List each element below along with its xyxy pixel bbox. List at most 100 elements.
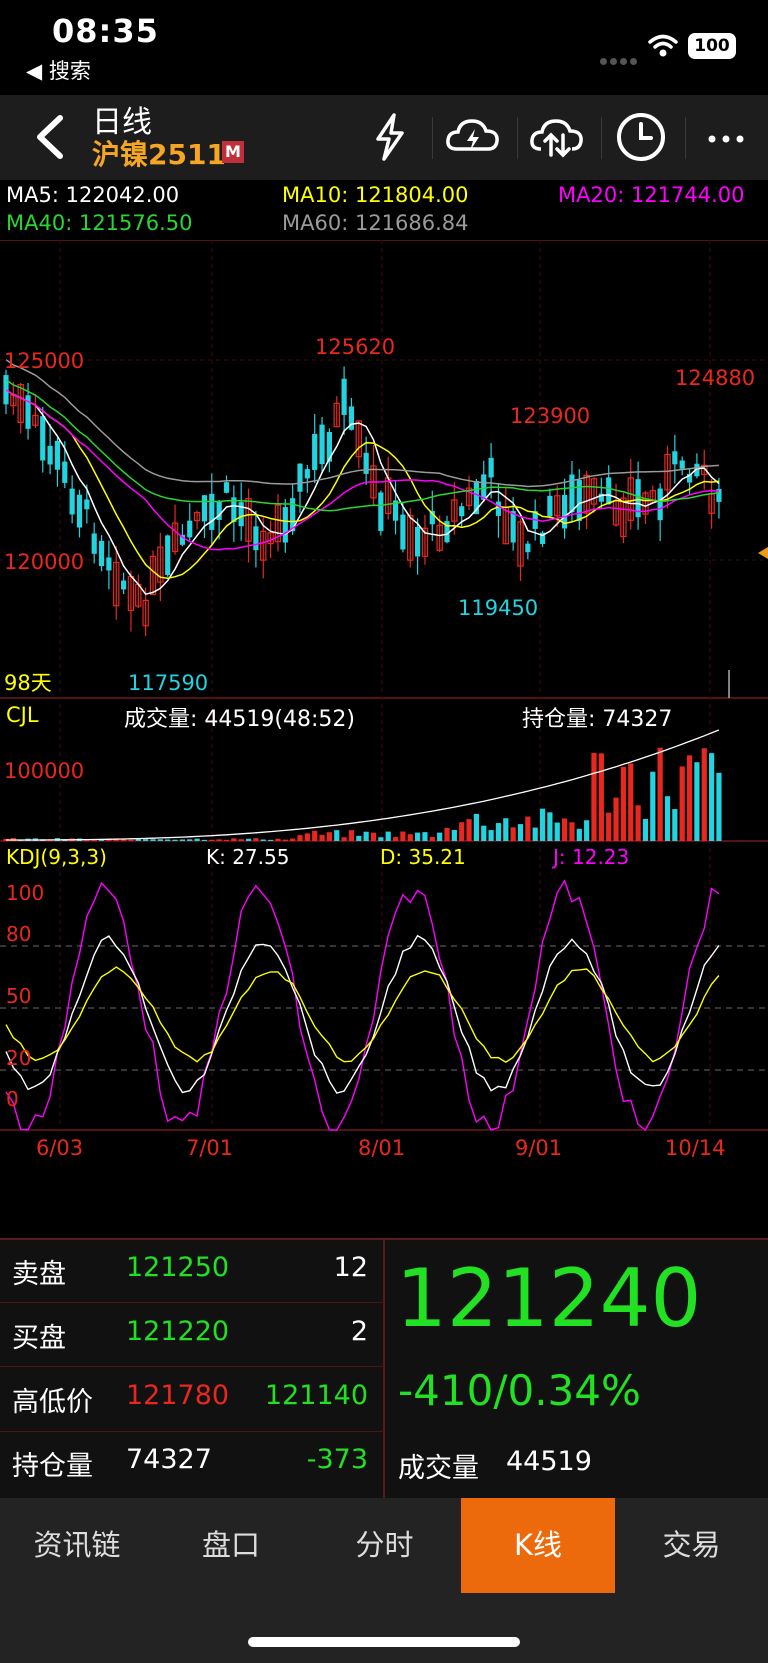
- candle-body: [400, 514, 406, 550]
- kdj-lines: [5, 879, 720, 1132]
- volume-value: 44519: [506, 1446, 592, 1477]
- price-change: -410/0.34%: [398, 1366, 641, 1415]
- candle-body: [297, 463, 303, 492]
- more-icon[interactable]: [696, 109, 756, 165]
- ma5-value: MA5: 122042.00: [6, 183, 180, 207]
- volume-bar: [569, 822, 575, 841]
- volume-bar: [429, 836, 435, 841]
- bid-label: 买盘: [12, 1323, 66, 1354]
- volume-label: 成交量: [398, 1453, 479, 1484]
- volume-bar: [525, 816, 531, 841]
- volume-bar: [613, 797, 619, 841]
- bid-price[interactable]: 121220: [126, 1316, 229, 1347]
- current-price-marker: [758, 547, 768, 559]
- volume-bar: [223, 839, 230, 841]
- volume-bar: [539, 808, 546, 841]
- back-arrow-icon[interactable]: [28, 112, 78, 162]
- flash-order-icon[interactable]: [360, 109, 420, 165]
- high-low-label: 高低价: [12, 1387, 93, 1418]
- candle-body: [510, 511, 516, 543]
- kdj-k-value: K: 27.55: [206, 845, 289, 869]
- home-indicator: [248, 1637, 520, 1647]
- volume-bar: [437, 832, 443, 841]
- candle-body: [165, 535, 171, 576]
- candle-body: [223, 482, 230, 493]
- moving-average-lines: [5, 359, 720, 596]
- volume-bar: [172, 839, 178, 841]
- volume-bar: [165, 839, 171, 841]
- volume-bar: [466, 819, 472, 841]
- volume-bar: [686, 755, 693, 841]
- tab-intraday[interactable]: 分时: [308, 1498, 461, 1593]
- header-divider: [685, 117, 686, 159]
- contract-name[interactable]: 沪镍2511: [92, 133, 226, 173]
- volume-bar: [275, 838, 281, 841]
- right-high-label: 124880: [675, 366, 755, 390]
- volume-bar: [150, 839, 156, 841]
- volume-bar: [312, 830, 318, 841]
- volume-bar: [532, 827, 538, 841]
- kdj-level-0: 0: [6, 1087, 19, 1111]
- volume-bar: [363, 831, 369, 841]
- volume-bar: [245, 838, 252, 841]
- ask-label: 卖盘: [12, 1259, 66, 1290]
- bid-volume: 2: [350, 1316, 368, 1347]
- volume-bar: [370, 832, 377, 841]
- candle-body: [363, 452, 369, 474]
- kline-chart[interactable]: 125620 124880 123900 125000 120000 11945…: [0, 240, 768, 1238]
- open-interest-label: 持仓量: [12, 1451, 93, 1482]
- volume-bar: [341, 837, 347, 841]
- candle-body: [657, 488, 663, 521]
- clock-icon[interactable]: [611, 109, 671, 165]
- header-divider: [432, 117, 433, 159]
- volume-bar: [672, 809, 678, 841]
- ask-price[interactable]: 121250: [126, 1252, 229, 1283]
- volume-bar: [356, 835, 362, 841]
- volume-bar: [481, 825, 487, 841]
- candle-body: [488, 457, 494, 478]
- volume-bar: [584, 820, 590, 841]
- volume-bar: [576, 828, 582, 841]
- volume-bar: [664, 796, 671, 841]
- date-label: 10/14: [665, 1136, 726, 1160]
- ask-volume: 12: [333, 1252, 368, 1283]
- volume-bar: [385, 831, 391, 841]
- candle-body: [341, 378, 347, 415]
- candle-body: [54, 440, 61, 470]
- volume-bar: [650, 771, 656, 841]
- tab-trade[interactable]: 交易: [615, 1498, 768, 1593]
- volume-bar: [415, 832, 421, 841]
- tab-order-book[interactable]: 盘口: [154, 1498, 308, 1593]
- ma-line: [5, 359, 719, 488]
- chart-grid: [0, 240, 768, 1131]
- volume-bar: [635, 805, 641, 841]
- volume-bar: [297, 835, 303, 841]
- candle-body: [187, 520, 193, 538]
- volume-bar: [348, 830, 355, 841]
- tab-kline[interactable]: K线: [461, 1498, 615, 1593]
- volume-bar: [157, 839, 163, 841]
- divider: [0, 1431, 384, 1432]
- candle-body: [459, 506, 465, 517]
- cloud-sync-icon[interactable]: [527, 109, 587, 165]
- volume-bar: [187, 839, 193, 841]
- volume-bar: [407, 834, 413, 841]
- high-price-label: 125620: [315, 335, 395, 359]
- volume-bar: [400, 831, 406, 841]
- date-label: 7/01: [186, 1136, 233, 1160]
- volume-bar: [238, 839, 244, 841]
- volume-bar: [231, 838, 237, 841]
- open-interest-value: 74327: [126, 1444, 212, 1475]
- tab-news-chain[interactable]: 资讯链: [0, 1498, 154, 1593]
- cloud-flash-icon[interactable]: [443, 109, 503, 165]
- candle-body: [495, 501, 502, 516]
- volume-bar: [216, 839, 222, 841]
- divider: [383, 1238, 385, 1498]
- volume-bar: [642, 818, 649, 841]
- candle-body: [312, 433, 318, 471]
- candle-body: [378, 492, 384, 531]
- back-to-search-link[interactable]: ◀ 搜索: [26, 55, 91, 85]
- volume-bar: [194, 838, 200, 841]
- candle-body: [40, 416, 46, 461]
- ma-legend: MA5: 122042.00 MA10: 121804.00 MA20: 121…: [0, 180, 768, 240]
